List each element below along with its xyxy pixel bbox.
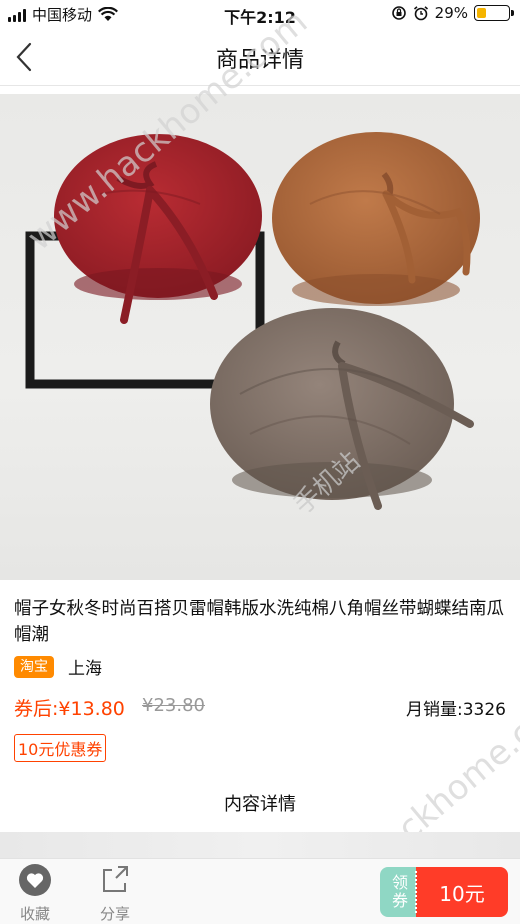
tan-beret bbox=[272, 132, 480, 306]
red-beret bbox=[54, 134, 262, 324]
nav-bar: 商品详情 bbox=[0, 28, 520, 86]
original-price: ¥23.80 bbox=[142, 695, 205, 716]
detail-image-strip bbox=[0, 832, 520, 858]
coupon-amount: 10元 bbox=[416, 867, 508, 917]
battery-percent: 29% bbox=[434, 4, 468, 22]
status-right: 29% bbox=[391, 4, 514, 22]
location-label: 上海 bbox=[68, 659, 102, 679]
coupon-left-label: 领券 bbox=[389, 874, 408, 910]
grey-beret bbox=[210, 308, 474, 510]
bottom-bar: 收藏 分享 领券 10元 bbox=[0, 858, 520, 924]
coupon-tag[interactable]: 10元优惠券 bbox=[14, 734, 107, 762]
battery-level bbox=[477, 8, 486, 18]
heart-icon bbox=[19, 864, 51, 896]
share-icon bbox=[103, 866, 128, 892]
meta-row: 淘宝 上海 bbox=[14, 654, 102, 679]
price-row: 券后:¥13.80 ¥23.80 月销量:3326 bbox=[14, 694, 506, 720]
product-photo bbox=[25, 132, 480, 510]
coupon-price: 券后:¥13.80 bbox=[14, 698, 125, 720]
favorite-label: 收藏 bbox=[19, 905, 50, 923]
platform-badge: 淘宝 bbox=[14, 655, 54, 678]
product-title: 帽子女秋冬时尚百搭贝雷帽韩版水洗纯棉八角帽丝带蝴蝶结南瓜帽潮 bbox=[14, 599, 504, 645]
coupon-left: 领券 bbox=[380, 867, 417, 917]
battery-icon bbox=[474, 5, 514, 21]
alarm-icon bbox=[413, 6, 428, 21]
favorite-button[interactable]: 收藏 bbox=[10, 863, 60, 924]
orientation-lock-icon bbox=[391, 6, 406, 20]
status-bar: 中国移动 下午2:12 29% bbox=[0, 0, 520, 28]
get-coupon-button[interactable]: 领券 10元 bbox=[380, 867, 508, 917]
product-image[interactable] bbox=[0, 94, 520, 580]
detail-header: 内容详情 bbox=[224, 794, 296, 815]
monthly-sales: 月销量:3326 bbox=[406, 700, 506, 720]
page-title: 商品详情 bbox=[215, 48, 304, 73]
share-label: 分享 bbox=[99, 905, 130, 923]
share-button[interactable]: 分享 bbox=[90, 863, 140, 924]
